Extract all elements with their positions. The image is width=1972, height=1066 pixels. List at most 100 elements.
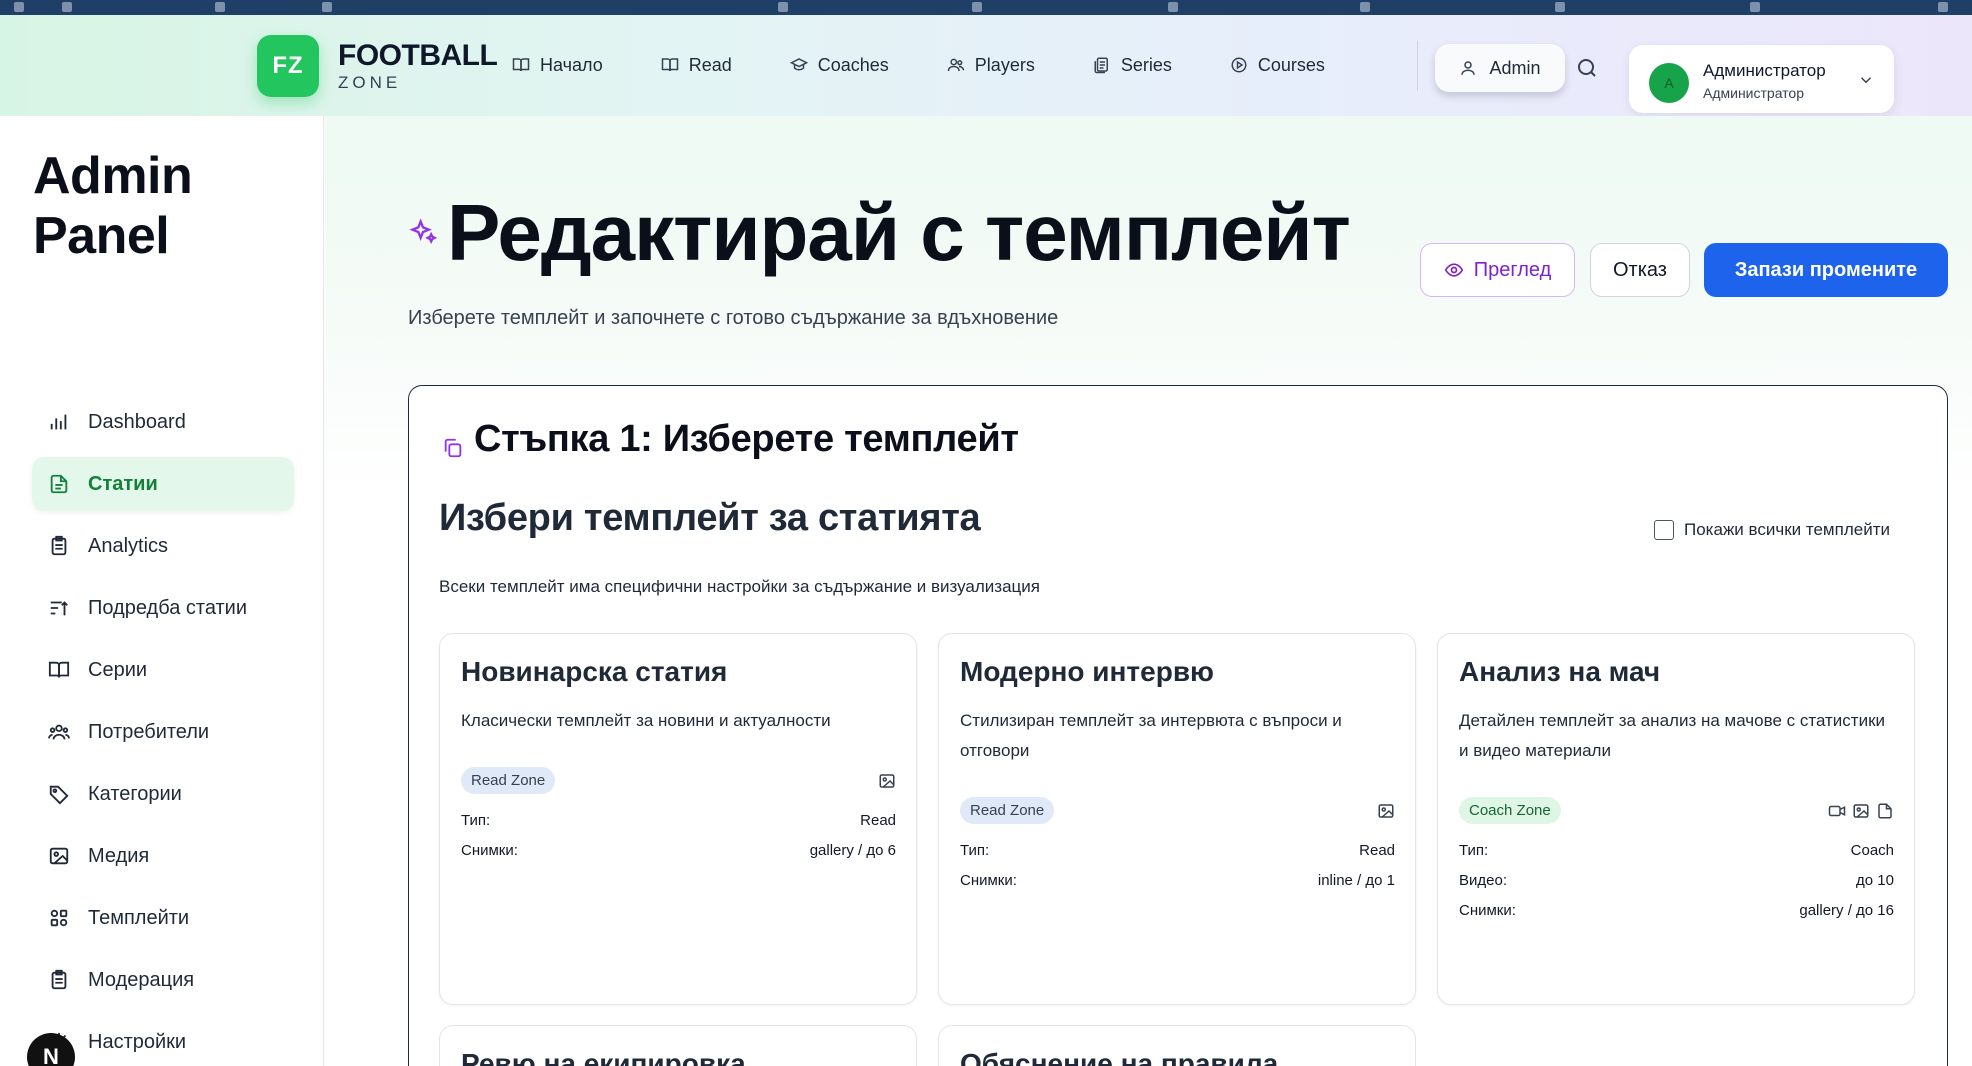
nav-label: Coaches [817,54,889,75]
video-icon [1828,805,1846,817]
template-title: Новинарска статия [461,656,728,687]
nav-label: Series [1120,54,1172,75]
sidebar-item-categories[interactable]: Категории [32,767,294,821]
nav-item-read[interactable]: Read [661,55,732,76]
template-row-type: Тип: Read [960,842,1395,859]
search-icon [1578,59,1596,77]
template-title: Модерно интервю [960,656,1214,687]
template-title: Ревю на екипировка [461,1048,746,1066]
sidebar-item-dashboard[interactable]: Dashboard [32,395,294,449]
sidebar-item-series[interactable]: Серии [32,643,294,697]
row-value: gallery / до 6 [809,842,896,859]
os-taskbar-strip [0,0,1972,15]
nav-item-players[interactable]: Players [947,55,1035,76]
sidebar-item-label: Серии [88,658,148,681]
nav-label: Players [974,54,1035,75]
image-icon [49,847,69,865]
template-card-interview[interactable]: Модерно интервю Стилизиран темплейт за и… [938,633,1416,1005]
template-media-icons [1828,802,1894,820]
page-subtitle: Изберете темплейт и започнете с готово с… [408,307,1059,329]
sidebar-item-label: Настройки [88,1030,187,1053]
sidebar-item-reorder[interactable]: Подредба статии [32,581,294,635]
nav-item-series[interactable]: Series [1093,55,1172,76]
logo-subtitle: ZONE [338,73,402,92]
sidebar-item-media[interactable]: Медия [32,829,294,883]
row-value: inline / до 1 [1317,872,1395,889]
template-row-type: Тип: Read [461,812,896,829]
row-label: Тип: [1459,842,1489,859]
file-text-icon [50,474,68,494]
graduation-cap-icon [789,58,808,71]
step-title: Стъпка 1: Изберете темплейт [474,418,1019,460]
template-description: Детайлен темплейт за анализ на мачове с … [1459,711,1886,760]
save-button[interactable]: Запази промените [1704,243,1948,297]
template-row-type: Тип: Coach [1459,842,1894,859]
user-role: Администратор [1703,85,1805,101]
os-icon [1555,2,1565,12]
row-label: Снимки: [461,842,518,859]
nav-item-courses[interactable]: Courses [1230,55,1325,76]
users-icon [947,58,965,72]
row-value: Coach [1850,842,1894,859]
image-icon [1378,804,1394,818]
sidebar-item-label: Analytics [88,534,169,557]
row-label: Видео: [1459,872,1507,889]
row-label: Снимки: [960,872,1017,889]
sidebar-item-label: Потребители [88,720,210,743]
chevron-down-icon [1860,77,1872,84]
series-icon [1094,57,1108,74]
sidebar-title: Admin Panel [33,147,193,265]
show-all-label: Покажи всички темплейти [1684,520,1890,539]
row-value: Read [1359,842,1395,859]
row-value: до 10 [1856,872,1894,889]
template-card-match-analysis[interactable]: Анализ на мач Детайлен темплейт за анали… [1437,633,1915,1005]
eye-icon [1444,263,1464,277]
template-row-images: Снимки: gallery / до 6 [461,842,896,859]
zone-badge: Read Zone [960,797,1055,824]
sidebar-item-users[interactable]: Потребители [32,705,294,759]
book-open-icon [48,661,70,678]
nav-item-home[interactable]: Начало [512,55,603,76]
admin-button[interactable]: Admin [1435,44,1565,92]
sidebar-item-moderation[interactable]: Модерация [32,953,294,1007]
os-icon [322,2,332,12]
logo-title[interactable]: FOOTBALL [338,39,498,73]
preview-button[interactable]: Преглед [1420,243,1575,297]
template-row-images: Снимки: inline / до 1 [960,872,1395,889]
search-button[interactable] [1565,44,1609,92]
admin-label: Admin [1489,57,1541,78]
book-open-icon [512,58,530,72]
template-card-equipment-review[interactable]: Ревю на екипировка [439,1025,917,1066]
show-all-templates-toggle[interactable]: Покажи всички темплейти [1654,520,1890,540]
cancel-button[interactable]: Отказ [1590,243,1690,297]
sort-icon [50,601,68,616]
sidebar-item-analytics[interactable]: Analytics [32,519,294,573]
row-value: gallery / до 16 [1799,902,1894,919]
zone-badge: Coach Zone [1459,797,1561,824]
sidebar-item-label: Темплейти [88,906,190,929]
template-card-rules-explainer[interactable]: Обяснение на правила [938,1025,1416,1066]
sidebar-item-templates[interactable]: Темплейти [32,891,294,945]
tag-icon [49,785,69,805]
book-open-icon [661,58,678,72]
sidebar-item-label: Подредба статии [88,596,248,619]
template-description: Стилизиран темплейт за интервюта с въпро… [960,711,1342,760]
zone-badge: Read Zone [461,767,556,794]
avatar: A [1649,63,1689,103]
user-menu[interactable]: A Администратор Администратор [1629,45,1894,113]
nav-item-coaches[interactable]: Coaches [789,54,889,76]
show-all-checkbox[interactable] [1654,520,1674,540]
sparkles-icon [409,218,437,244]
nav-label: Начало [540,54,603,75]
logo-mark[interactable]: FZ [257,35,319,97]
row-value: Read [860,812,896,829]
row-label: Тип: [461,812,491,829]
sidebar-item-articles[interactable]: Статии [32,457,294,511]
os-icon [1360,2,1370,12]
user-icon [1461,61,1476,75]
row-label: Снимки: [1459,902,1516,919]
template-title: Анализ на мач [1459,656,1661,687]
image-icon [1853,804,1869,818]
template-card-news[interactable]: Новинарска статия Класически темплейт за… [439,633,917,1005]
template-title: Обяснение на правила [960,1048,1279,1066]
